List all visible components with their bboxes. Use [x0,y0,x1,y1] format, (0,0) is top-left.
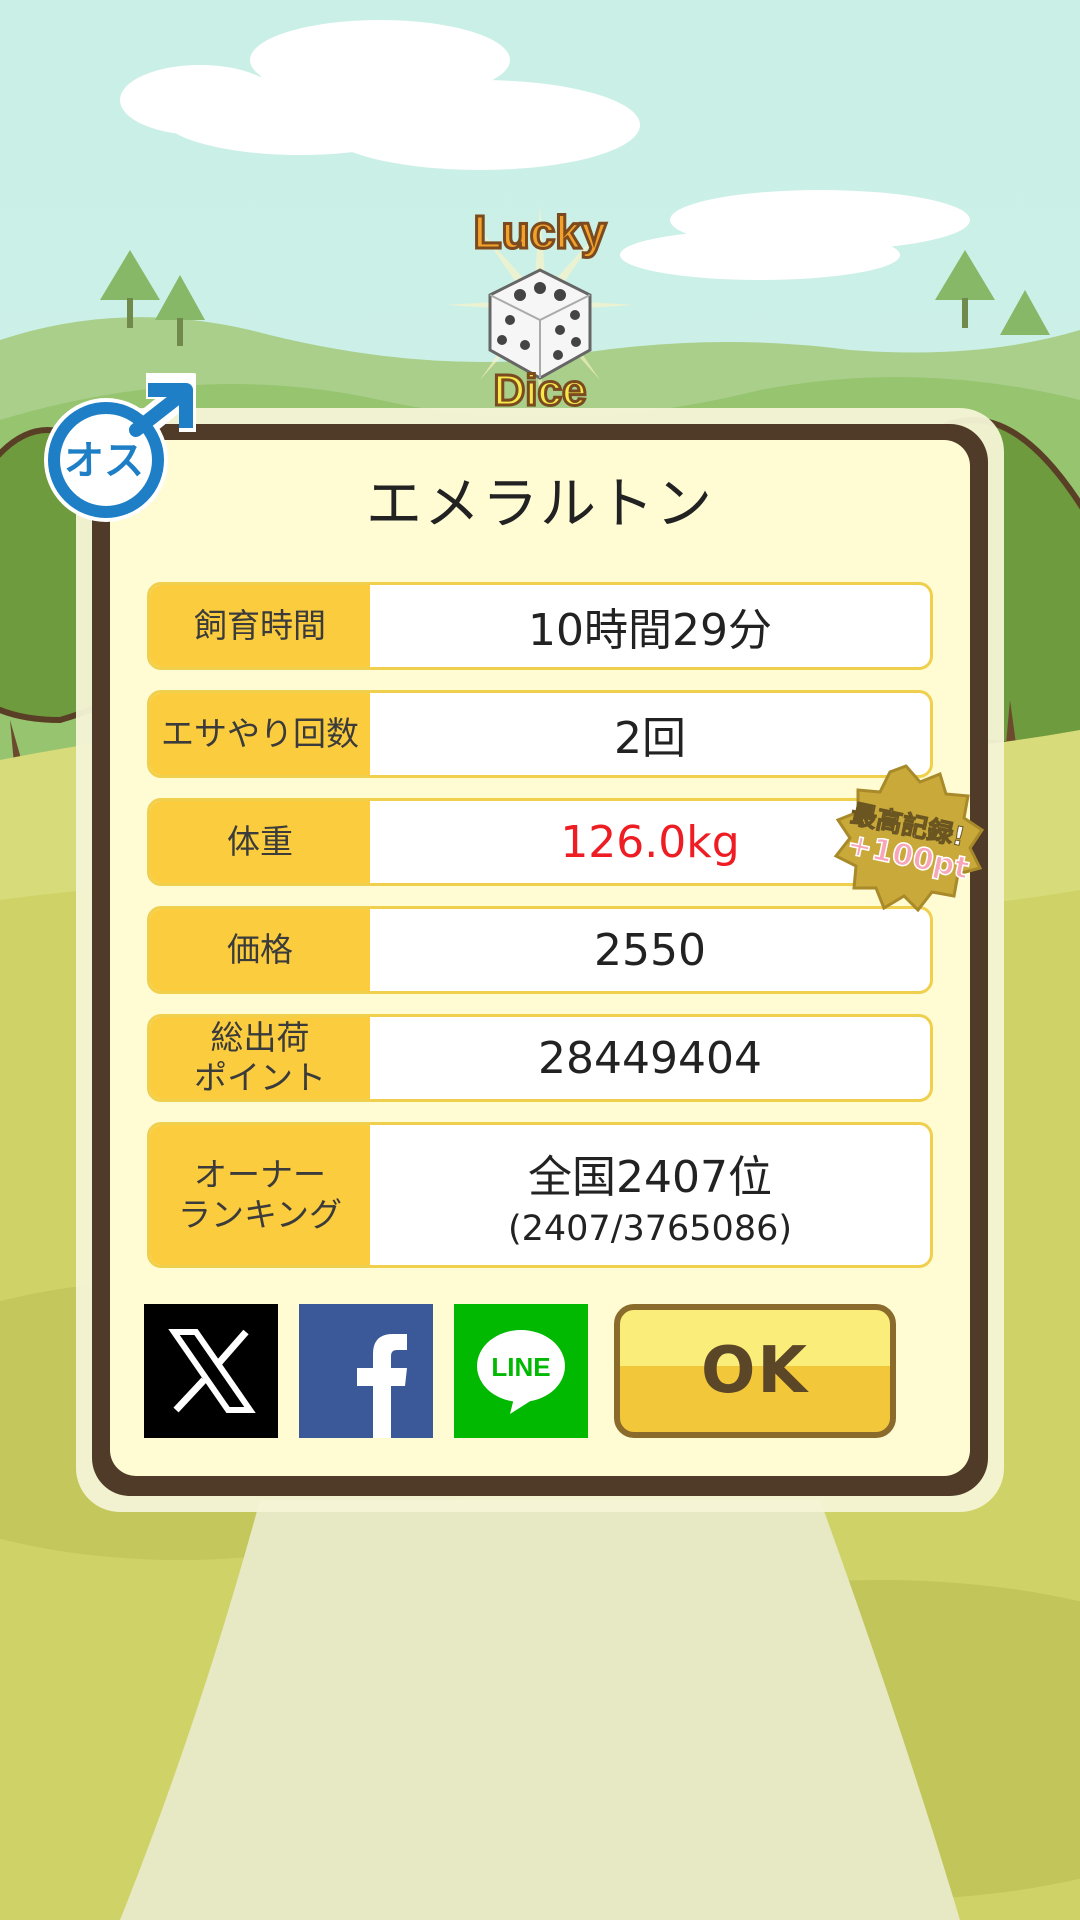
stat-label: オーナー ランキング [150,1125,370,1265]
logo-text-lucky: Lucky [474,206,607,258]
gender-badge: オス [44,373,196,522]
stat-label: 体重 [150,801,370,883]
stat-label: 総出荷 ポイント [150,1017,370,1099]
stat-label: 飼育時間 [150,585,370,667]
stat-value: 10時間29分 [528,605,772,656]
stat-row-weight: 体重 126.0kg [147,798,933,886]
logo-text-dice: Dice [494,366,587,410]
stat-value: 28449404 [538,1032,762,1084]
stat-row-price: 価格 2550 [147,906,933,994]
stat-value: 2550 [594,924,706,976]
gender-label: オス [64,438,144,484]
ranking-detail: (2407/3765086) [507,1209,793,1249]
dice-icon [488,268,592,380]
share-facebook-button[interactable] [299,1304,433,1438]
ok-button[interactable]: OK [614,1304,896,1438]
ranking-value: 全国2407位 [528,1152,772,1203]
stat-label: エサやり回数 [150,693,370,775]
character-name: エメラルトン [366,472,714,537]
share-x-button[interactable] [144,1304,278,1438]
stat-label: 価格 [150,909,370,991]
line-label: LINE [491,1352,550,1382]
record-badge: 最高記録! +100pt [833,764,985,913]
lucky-dice-logo: Lucky Dice [445,205,635,410]
ok-button-label: OK [701,1334,809,1408]
share-line-button[interactable]: LINE [454,1304,588,1438]
stat-row-total-points: 総出荷 ポイント 28449404 [147,1014,933,1102]
stat-row-feed-count: エサやり回数 2回 [147,690,933,778]
stat-row-breeding-time: 飼育時間 10時間29分 [147,582,933,670]
stat-row-owner-ranking: オーナー ランキング 全国2407位 (2407/3765086) [147,1122,933,1268]
stat-value: 全国2407位 (2407/3765086) [370,1125,930,1265]
